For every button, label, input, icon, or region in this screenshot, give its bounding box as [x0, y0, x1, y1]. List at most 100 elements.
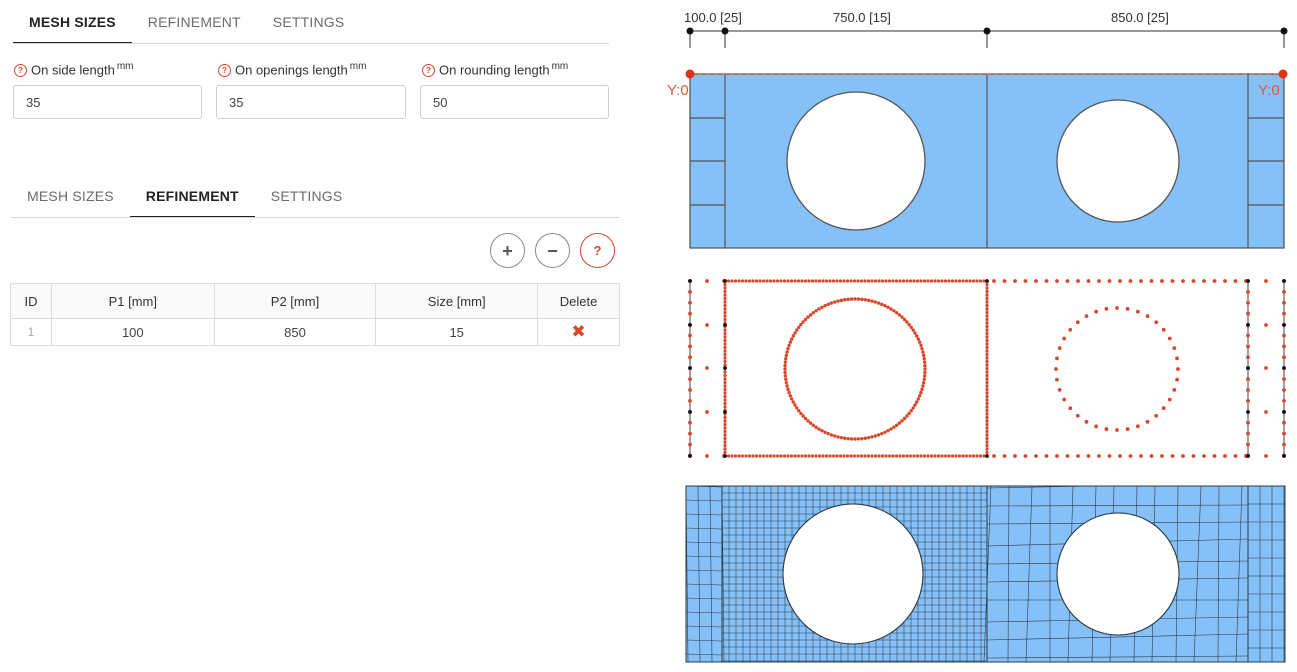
table-row: 1 100 850 15 ✖	[10, 318, 620, 346]
mesh-node	[846, 436, 850, 441]
mesh-node	[898, 279, 902, 283]
mesh-node	[838, 454, 843, 458]
mesh-node	[1118, 279, 1122, 283]
mesh-node	[799, 322, 803, 327]
mesh-node	[1055, 377, 1059, 382]
mesh-node	[821, 279, 825, 283]
cell-p1[interactable]: 100	[50, 318, 215, 346]
mesh-node	[782, 279, 787, 283]
mesh-node	[1034, 454, 1038, 458]
mesh-node	[936, 279, 941, 283]
column-header-delete: Delete	[537, 283, 620, 319]
mesh-node	[843, 298, 847, 302]
mesh-node	[1125, 427, 1130, 431]
mesh-node	[688, 366, 692, 370]
geometry-view[interactable]: Y:0 Y:0	[667, 69, 1288, 249]
mesh-node	[887, 279, 892, 283]
mesh-node	[929, 279, 934, 283]
mesh-node	[921, 384, 925, 388]
cell-p2[interactable]: 850	[213, 318, 377, 346]
mesh-node	[835, 454, 839, 458]
mesh-node	[723, 338, 727, 343]
mesh-node	[1282, 366, 1286, 370]
delete-icon[interactable]: ✖	[571, 322, 585, 341]
mesh-node	[688, 300, 692, 305]
mesh-node	[1170, 454, 1175, 458]
add-refinement-button[interactable]: +	[490, 233, 525, 268]
help-icon[interactable]: ?	[218, 64, 231, 78]
mesh-node	[884, 454, 888, 458]
mesh-node	[793, 454, 797, 458]
mesh-node	[886, 429, 890, 433]
mesh-node	[801, 414, 805, 418]
mesh-node	[985, 433, 989, 437]
mesh-node	[897, 313, 902, 317]
dimension-chain: 100.0 [25] 750.0 [15] 850.0 [25]	[684, 10, 1288, 48]
cell-size[interactable]: 15	[375, 318, 539, 346]
mesh-node	[985, 384, 989, 388]
mesh-node	[789, 279, 794, 283]
mesh-node	[1104, 307, 1109, 311]
mesh-node	[814, 309, 818, 313]
tab-mesh-sizes[interactable]: MESH SIZES	[11, 174, 130, 218]
mesh-node	[845, 279, 850, 283]
tab-mesh-sizes[interactable]: MESH SIZES	[13, 0, 132, 44]
mesh-node	[1139, 454, 1143, 458]
rounding-length-input[interactable]	[420, 85, 609, 119]
mesh-node	[723, 282, 727, 287]
help-icon[interactable]: ?	[422, 64, 435, 78]
mesh-node	[783, 374, 788, 378]
mesh-node	[1282, 442, 1286, 447]
mesh-node	[985, 321, 989, 325]
mesh-node	[761, 279, 766, 283]
mesh-node	[1181, 279, 1185, 283]
column-header-id: ID	[10, 283, 52, 319]
mesh-node	[723, 447, 727, 451]
mesh-node	[828, 279, 832, 283]
mesh-node	[786, 279, 790, 283]
remove-refinement-button[interactable]: −	[535, 233, 570, 268]
mesh-node	[1135, 309, 1140, 314]
mesh-node	[863, 454, 867, 458]
mesh-node	[787, 390, 791, 395]
tab-refinement[interactable]: REFINEMENT	[132, 0, 257, 44]
mesh-node	[723, 405, 727, 409]
tabs-divider	[11, 217, 620, 218]
mesh-node	[688, 388, 692, 392]
mesh-node	[894, 311, 899, 315]
mesh-node	[985, 401, 989, 406]
nodes-view[interactable]	[688, 279, 1286, 458]
mesh-node	[1172, 387, 1177, 392]
mesh-node	[1246, 300, 1250, 305]
mesh-node	[929, 454, 934, 458]
tab-settings[interactable]: SETTINGS	[257, 0, 361, 44]
mesh-node	[814, 279, 818, 283]
mesh-node	[950, 454, 955, 458]
mesh-node	[747, 279, 752, 283]
mesh-node	[751, 454, 755, 458]
column-header-p1: P1 [mm]	[50, 283, 215, 319]
mesh-node	[723, 443, 727, 448]
openings-length-input[interactable]	[216, 85, 406, 119]
mesh-node	[985, 328, 989, 332]
help-button[interactable]: ?	[580, 233, 615, 268]
mesh-node	[740, 279, 745, 283]
tab-refinement[interactable]: REFINEMENT	[129, 174, 255, 218]
mesh-node	[940, 279, 944, 283]
mesh-node	[978, 279, 983, 283]
side-length-input[interactable]	[13, 85, 202, 119]
mesh-node	[1139, 279, 1143, 283]
support-point[interactable]	[685, 69, 695, 79]
mesh-view[interactable]	[685, 483, 1286, 663]
tab-settings[interactable]: SETTINGS	[255, 174, 359, 218]
mesh-node	[913, 403, 917, 407]
mesh-node	[795, 406, 799, 410]
mesh-node	[985, 387, 989, 392]
support-point[interactable]	[1278, 69, 1288, 79]
mesh-node	[1128, 279, 1133, 283]
mesh-node	[985, 436, 989, 441]
help-icon[interactable]: ?	[14, 64, 27, 78]
mesh-node	[820, 429, 824, 433]
mesh-node	[688, 442, 692, 447]
geometry-canvas[interactable]: 100.0 [25] 750.0 [15] 850.0 [25] Y:0 Y:0	[660, 0, 1297, 672]
